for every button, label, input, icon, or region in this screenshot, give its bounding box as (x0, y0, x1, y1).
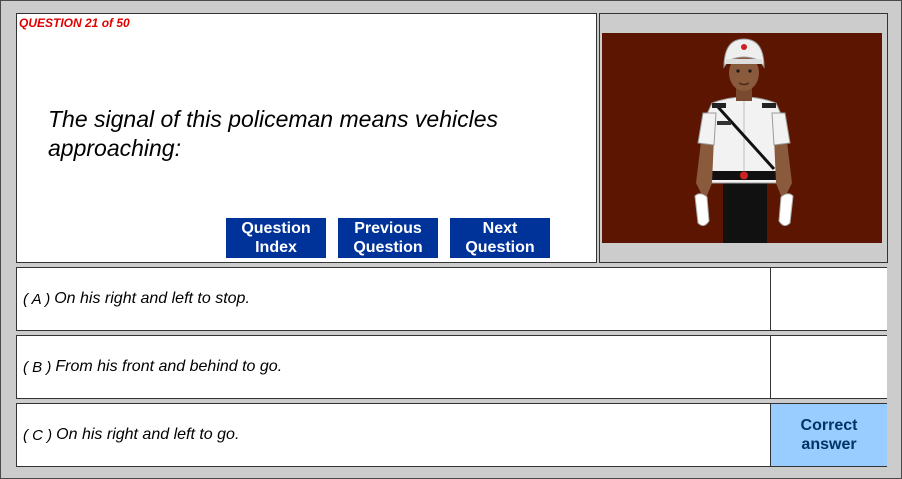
answer-b-text: From his front and behind to go. (55, 358, 283, 375)
previous-question-label: Previous Question (353, 220, 423, 256)
answer-a-text: On his right and left to stop. (54, 290, 250, 307)
question-index-label: Question Index (241, 220, 311, 256)
answer-b-text-group: ( B ) From his front and behind to go. (23, 336, 282, 398)
answer-option-a[interactable]: ( A ) On his right and left to stop. (16, 267, 887, 331)
answer-b-letter: ( B ) (23, 358, 52, 376)
question-image (602, 33, 882, 243)
answer-option-c[interactable]: ( C ) On his right and left to go. Corre… (16, 403, 887, 467)
answer-a-status (770, 268, 887, 330)
answer-c-text-group: ( C ) On his right and left to go. (23, 404, 239, 466)
next-question-button[interactable]: Next Question (450, 218, 550, 258)
answer-a-text-group: ( A ) On his right and left to stop. (23, 268, 250, 330)
traffic-policeman-illustration (694, 38, 794, 243)
question-panel: QUESTION 21 of 50 The signal of this pol… (16, 13, 597, 263)
question-text: The signal of this policeman means vehic… (48, 106, 499, 161)
answer-option-b[interactable]: ( B ) From his front and behind to go. (16, 335, 887, 399)
answer-a-letter: ( A ) (23, 290, 51, 308)
correct-answer-badge: Correct answer (770, 404, 887, 466)
question-index-button[interactable]: Question Index (226, 218, 326, 258)
question-image-panel (599, 13, 888, 263)
quiz-frame: QUESTION 21 of 50 The signal of this pol… (0, 0, 902, 479)
answer-c-letter: ( C ) (23, 426, 53, 444)
answer-c-text: On his right and left to go. (56, 426, 240, 443)
answer-b-status (770, 336, 887, 398)
question-counter: QUESTION 21 of 50 (19, 16, 130, 30)
correct-answer-label: Correct answer (800, 417, 858, 453)
previous-question-button[interactable]: Previous Question (338, 218, 438, 258)
next-question-label: Next Question (465, 220, 535, 256)
